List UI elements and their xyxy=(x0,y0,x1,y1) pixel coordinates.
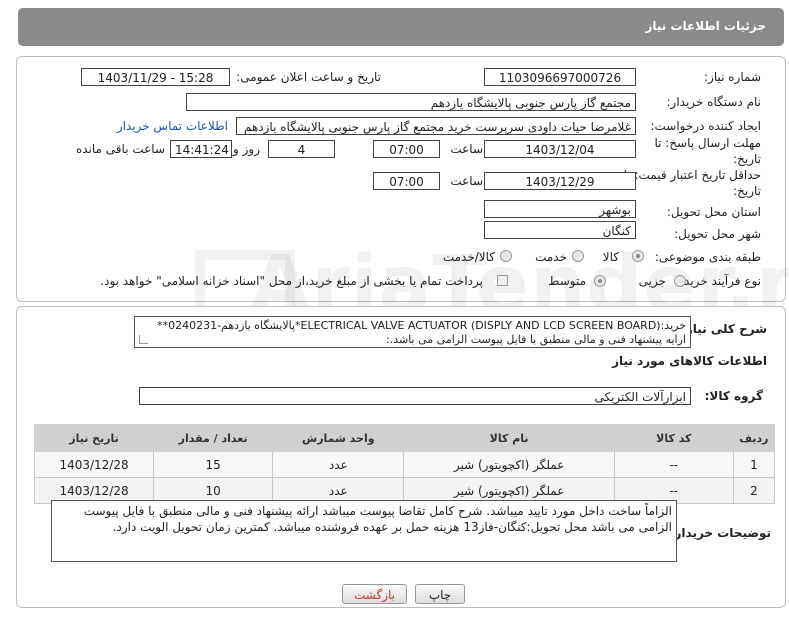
remaining-time-field[interactable]: 14:41:24 xyxy=(170,140,232,158)
category-both-radio[interactable] xyxy=(500,250,512,262)
buyer-notes-text: الزاماً ساخت داخل مورد تایید میباشد. شرح… xyxy=(83,504,672,534)
category-service-label: خدمت xyxy=(535,250,567,264)
col-date: تاریخ نیاز xyxy=(33,424,155,452)
deadline-label: مهلت ارسال پاسخ: تا xyxy=(654,136,761,150)
announce-label: تاریخ و ساعت اعلان عمومی: xyxy=(236,70,381,84)
col-code: کد کالا xyxy=(613,424,734,452)
validity-time-label: ساعت xyxy=(450,174,483,188)
goods-group-field[interactable]: ابزارآلات الکتریکی xyxy=(139,387,691,405)
announce-field[interactable]: 1403/11/29 - 15:28 xyxy=(81,68,230,86)
category-goods-radio[interactable] xyxy=(632,250,644,262)
col-name: نام کالا xyxy=(403,424,615,452)
cell-unit: عدد xyxy=(272,451,405,478)
summary-line-1: خرید:(ELECTRICAL VALVE ACTUATOR (DISPLY … xyxy=(157,319,686,332)
contact-buyer-link[interactable]: اطلاعات تماس خریدار xyxy=(117,119,228,133)
city-field[interactable]: کنگان xyxy=(484,221,636,239)
page-title: جزئیات اطلاعات نیاز xyxy=(645,19,766,33)
col-qty: تعداد / مقدار xyxy=(153,424,274,452)
validity-label: حداقل تاریخ اعتبار قیمت: تا xyxy=(623,168,761,182)
process-label: نوع فرآیند خرید : xyxy=(676,274,761,288)
back-button[interactable]: بازگشت xyxy=(342,584,407,604)
province-label: استان محل تحویل: xyxy=(666,205,761,219)
col-unit: واحد شمارش xyxy=(272,424,405,452)
resize-handle-icon[interactable] xyxy=(139,335,148,344)
cell-code: -- xyxy=(613,451,734,478)
category-goods-label: کالا xyxy=(602,250,619,264)
buyer-org-label: نام دستگاه خریدار: xyxy=(666,95,762,109)
goods-section-title: اطلاعات کالاهای مورد نیاز xyxy=(612,354,767,368)
table-row[interactable]: 1 -- عملگر (اکچویتور) شیر عدد 15 1403/12… xyxy=(33,451,776,478)
deadline-time-label: ساعت xyxy=(450,142,483,156)
deadline-date-field[interactable]: 1403/12/04 xyxy=(484,140,636,158)
print-button[interactable]: چاپ xyxy=(415,584,465,604)
payment-note: پرداخت تمام یا بخشی از مبلغ خرید،از محل … xyxy=(100,274,483,288)
need-number-label: شماره نیاز: xyxy=(704,70,761,84)
days-field[interactable]: 4 xyxy=(268,140,335,158)
cell-row: 2 xyxy=(732,477,776,504)
summary-textarea[interactable]: خرید:(ELECTRICAL VALVE ACTUATOR (DISPLY … xyxy=(134,316,691,348)
days-label: روز و xyxy=(233,142,260,156)
buyer-notes-textarea[interactable]: الزاماً ساخت داخل مورد تایید میباشد. شرح… xyxy=(51,500,677,562)
validity-date-field[interactable]: 1403/12/29 xyxy=(484,172,636,190)
goods-table: ردیف کد کالا نام کالا واحد شمارش تعداد /… xyxy=(33,424,776,504)
page-header: جزئیات اطلاعات نیاز xyxy=(18,8,784,46)
process-minor-label: جزیی xyxy=(638,274,666,288)
validity-label-2: تاریخ: xyxy=(733,184,761,198)
summary-line-2: ارایه پیشنهاد فنی و مالی منطبق با فایل پ… xyxy=(386,333,686,346)
cell-row: 1 xyxy=(732,451,776,478)
buyer-org-field[interactable]: مجتمع گاز پارس جنوبی پالایشگاه یازدهم xyxy=(186,93,636,111)
validity-time-field[interactable]: 07:00 xyxy=(373,172,440,190)
category-service-radio[interactable] xyxy=(572,250,584,262)
cell-name: عملگر (اکچویتور) شیر xyxy=(403,451,615,478)
category-label: طبقه بندی موضوعی: xyxy=(654,250,761,264)
province-field[interactable]: بوشهر xyxy=(484,200,636,218)
remaining-label: ساعت باقی مانده xyxy=(75,142,165,156)
goods-group-label: گروه کالا: xyxy=(704,389,763,403)
col-row: ردیف xyxy=(732,424,776,452)
need-number-field[interactable]: 1103096697000726 xyxy=(484,68,636,86)
deadline-time-field[interactable]: 07:00 xyxy=(373,140,440,158)
city-label: شهر محل تحویل: xyxy=(674,227,761,241)
requester-field[interactable]: غلامرضا حیات داودی سرپرست خرید مجتمع گاز… xyxy=(236,117,636,135)
summary-label: شرح کلی نیاز: xyxy=(681,322,767,336)
requester-label: ایجاد کننده درخواست: xyxy=(650,119,761,133)
cell-qty: 15 xyxy=(153,451,274,478)
cell-date: 1403/12/28 xyxy=(33,451,155,478)
process-medium-radio[interactable] xyxy=(594,275,606,287)
treasury-payment-checkbox[interactable] xyxy=(497,275,508,286)
process-minor-radio[interactable] xyxy=(674,275,686,287)
deadline-label-2: تاریخ: xyxy=(733,152,761,166)
category-both-label: کالا/خدمت xyxy=(442,250,495,264)
process-medium-label: متوسط xyxy=(548,274,586,288)
buyer-notes-label: توضیحات خریدار: xyxy=(669,526,771,540)
goods-table-header: ردیف کد کالا نام کالا واحد شمارش تعداد /… xyxy=(33,424,776,452)
